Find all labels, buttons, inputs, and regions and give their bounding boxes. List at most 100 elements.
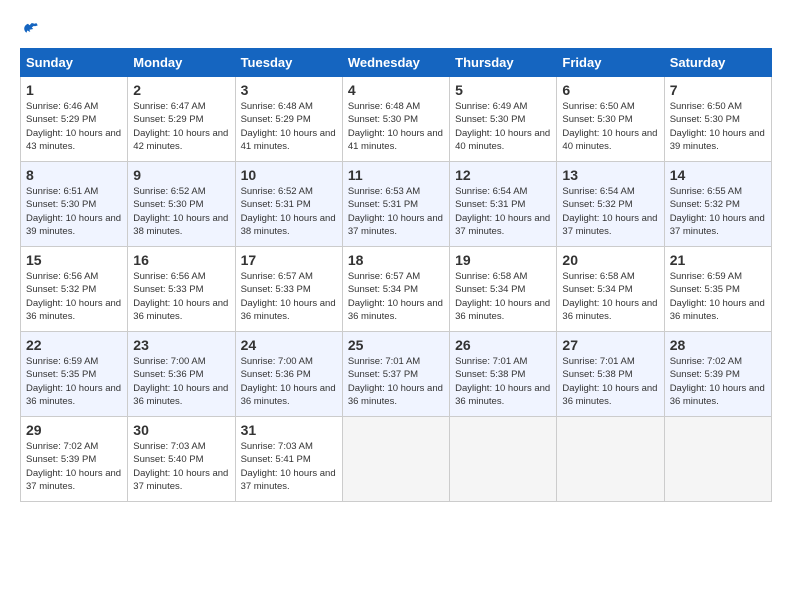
day-info: Sunrise: 6:52 AM Sunset: 5:31 PM Dayligh…: [241, 185, 337, 238]
col-monday: Monday: [128, 49, 235, 77]
day-info: Sunrise: 6:53 AM Sunset: 5:31 PM Dayligh…: [348, 185, 444, 238]
col-friday: Friday: [557, 49, 664, 77]
calendar-cell: 1 Sunrise: 6:46 AM Sunset: 5:29 PM Dayli…: [21, 77, 128, 162]
day-info: Sunrise: 6:46 AM Sunset: 5:29 PM Dayligh…: [26, 100, 122, 153]
day-info: Sunrise: 6:57 AM Sunset: 5:34 PM Dayligh…: [348, 270, 444, 323]
day-info: Sunrise: 6:48 AM Sunset: 5:29 PM Dayligh…: [241, 100, 337, 153]
calendar-cell: 17 Sunrise: 6:57 AM Sunset: 5:33 PM Dayl…: [235, 247, 342, 332]
day-info: Sunrise: 7:00 AM Sunset: 5:36 PM Dayligh…: [241, 355, 337, 408]
calendar-cell: 16 Sunrise: 6:56 AM Sunset: 5:33 PM Dayl…: [128, 247, 235, 332]
logo-text: [20, 20, 40, 38]
col-thursday: Thursday: [450, 49, 557, 77]
calendar-cell: 14 Sunrise: 6:55 AM Sunset: 5:32 PM Dayl…: [664, 162, 771, 247]
day-number: 3: [241, 82, 337, 98]
day-info: Sunrise: 6:59 AM Sunset: 5:35 PM Dayligh…: [26, 355, 122, 408]
logo: [20, 20, 40, 38]
calendar-cell: 30 Sunrise: 7:03 AM Sunset: 5:40 PM Dayl…: [128, 417, 235, 502]
calendar-cell: 13 Sunrise: 6:54 AM Sunset: 5:32 PM Dayl…: [557, 162, 664, 247]
day-number: 15: [26, 252, 122, 268]
calendar-cell: 9 Sunrise: 6:52 AM Sunset: 5:30 PM Dayli…: [128, 162, 235, 247]
calendar-cell: 27 Sunrise: 7:01 AM Sunset: 5:38 PM Dayl…: [557, 332, 664, 417]
calendar-cell: 3 Sunrise: 6:48 AM Sunset: 5:29 PM Dayli…: [235, 77, 342, 162]
day-number: 17: [241, 252, 337, 268]
day-info: Sunrise: 6:57 AM Sunset: 5:33 PM Dayligh…: [241, 270, 337, 323]
day-number: 4: [348, 82, 444, 98]
col-sunday: Sunday: [21, 49, 128, 77]
day-number: 1: [26, 82, 122, 98]
day-number: 23: [133, 337, 229, 353]
day-number: 10: [241, 167, 337, 183]
day-number: 9: [133, 167, 229, 183]
day-info: Sunrise: 7:00 AM Sunset: 5:36 PM Dayligh…: [133, 355, 229, 408]
day-number: 13: [562, 167, 658, 183]
calendar-cell: 22 Sunrise: 6:59 AM Sunset: 5:35 PM Dayl…: [21, 332, 128, 417]
calendar-cell: 6 Sunrise: 6:50 AM Sunset: 5:30 PM Dayli…: [557, 77, 664, 162]
day-info: Sunrise: 6:56 AM Sunset: 5:33 PM Dayligh…: [133, 270, 229, 323]
day-number: 20: [562, 252, 658, 268]
calendar-cell: 23 Sunrise: 7:00 AM Sunset: 5:36 PM Dayl…: [128, 332, 235, 417]
day-number: 22: [26, 337, 122, 353]
calendar-cell: 20 Sunrise: 6:58 AM Sunset: 5:34 PM Dayl…: [557, 247, 664, 332]
day-number: 27: [562, 337, 658, 353]
day-info: Sunrise: 6:54 AM Sunset: 5:32 PM Dayligh…: [562, 185, 658, 238]
day-info: Sunrise: 6:52 AM Sunset: 5:30 PM Dayligh…: [133, 185, 229, 238]
day-number: 24: [241, 337, 337, 353]
day-number: 19: [455, 252, 551, 268]
day-number: 18: [348, 252, 444, 268]
day-number: 21: [670, 252, 766, 268]
calendar-cell: 10 Sunrise: 6:52 AM Sunset: 5:31 PM Dayl…: [235, 162, 342, 247]
calendar-cell: 26 Sunrise: 7:01 AM Sunset: 5:38 PM Dayl…: [450, 332, 557, 417]
day-info: Sunrise: 6:56 AM Sunset: 5:32 PM Dayligh…: [26, 270, 122, 323]
day-info: Sunrise: 7:01 AM Sunset: 5:37 PM Dayligh…: [348, 355, 444, 408]
day-number: 12: [455, 167, 551, 183]
calendar-cell: [557, 417, 664, 502]
page-header: [20, 20, 772, 38]
calendar-week-row: 22 Sunrise: 6:59 AM Sunset: 5:35 PM Dayl…: [21, 332, 772, 417]
calendar-cell: 12 Sunrise: 6:54 AM Sunset: 5:31 PM Dayl…: [450, 162, 557, 247]
day-info: Sunrise: 7:02 AM Sunset: 5:39 PM Dayligh…: [670, 355, 766, 408]
day-info: Sunrise: 6:58 AM Sunset: 5:34 PM Dayligh…: [455, 270, 551, 323]
day-number: 16: [133, 252, 229, 268]
calendar-week-row: 29 Sunrise: 7:02 AM Sunset: 5:39 PM Dayl…: [21, 417, 772, 502]
day-info: Sunrise: 6:48 AM Sunset: 5:30 PM Dayligh…: [348, 100, 444, 153]
logo-bird-icon: [22, 20, 40, 38]
calendar-cell: [342, 417, 449, 502]
calendar-cell: [450, 417, 557, 502]
calendar-cell: 31 Sunrise: 7:03 AM Sunset: 5:41 PM Dayl…: [235, 417, 342, 502]
calendar-cell: 2 Sunrise: 6:47 AM Sunset: 5:29 PM Dayli…: [128, 77, 235, 162]
day-number: 30: [133, 422, 229, 438]
calendar-header-row: Sunday Monday Tuesday Wednesday Thursday…: [21, 49, 772, 77]
col-wednesday: Wednesday: [342, 49, 449, 77]
calendar-cell: 28 Sunrise: 7:02 AM Sunset: 5:39 PM Dayl…: [664, 332, 771, 417]
day-number: 14: [670, 167, 766, 183]
day-info: Sunrise: 6:54 AM Sunset: 5:31 PM Dayligh…: [455, 185, 551, 238]
day-info: Sunrise: 6:55 AM Sunset: 5:32 PM Dayligh…: [670, 185, 766, 238]
day-number: 31: [241, 422, 337, 438]
calendar-cell: 29 Sunrise: 7:02 AM Sunset: 5:39 PM Dayl…: [21, 417, 128, 502]
day-number: 6: [562, 82, 658, 98]
day-info: Sunrise: 7:02 AM Sunset: 5:39 PM Dayligh…: [26, 440, 122, 493]
day-number: 8: [26, 167, 122, 183]
calendar-cell: 7 Sunrise: 6:50 AM Sunset: 5:30 PM Dayli…: [664, 77, 771, 162]
calendar-cell: 11 Sunrise: 6:53 AM Sunset: 5:31 PM Dayl…: [342, 162, 449, 247]
day-info: Sunrise: 6:51 AM Sunset: 5:30 PM Dayligh…: [26, 185, 122, 238]
day-number: 28: [670, 337, 766, 353]
day-info: Sunrise: 6:49 AM Sunset: 5:30 PM Dayligh…: [455, 100, 551, 153]
day-number: 11: [348, 167, 444, 183]
day-number: 7: [670, 82, 766, 98]
calendar-cell: 15 Sunrise: 6:56 AM Sunset: 5:32 PM Dayl…: [21, 247, 128, 332]
day-info: Sunrise: 6:50 AM Sunset: 5:30 PM Dayligh…: [562, 100, 658, 153]
calendar-cell: 5 Sunrise: 6:49 AM Sunset: 5:30 PM Dayli…: [450, 77, 557, 162]
day-info: Sunrise: 7:01 AM Sunset: 5:38 PM Dayligh…: [562, 355, 658, 408]
calendar-cell: 21 Sunrise: 6:59 AM Sunset: 5:35 PM Dayl…: [664, 247, 771, 332]
col-tuesday: Tuesday: [235, 49, 342, 77]
day-info: Sunrise: 6:50 AM Sunset: 5:30 PM Dayligh…: [670, 100, 766, 153]
day-number: 5: [455, 82, 551, 98]
calendar-week-row: 1 Sunrise: 6:46 AM Sunset: 5:29 PM Dayli…: [21, 77, 772, 162]
day-number: 29: [26, 422, 122, 438]
calendar-cell: 25 Sunrise: 7:01 AM Sunset: 5:37 PM Dayl…: [342, 332, 449, 417]
calendar-week-row: 8 Sunrise: 6:51 AM Sunset: 5:30 PM Dayli…: [21, 162, 772, 247]
day-info: Sunrise: 6:58 AM Sunset: 5:34 PM Dayligh…: [562, 270, 658, 323]
day-info: Sunrise: 7:01 AM Sunset: 5:38 PM Dayligh…: [455, 355, 551, 408]
calendar-cell: 24 Sunrise: 7:00 AM Sunset: 5:36 PM Dayl…: [235, 332, 342, 417]
